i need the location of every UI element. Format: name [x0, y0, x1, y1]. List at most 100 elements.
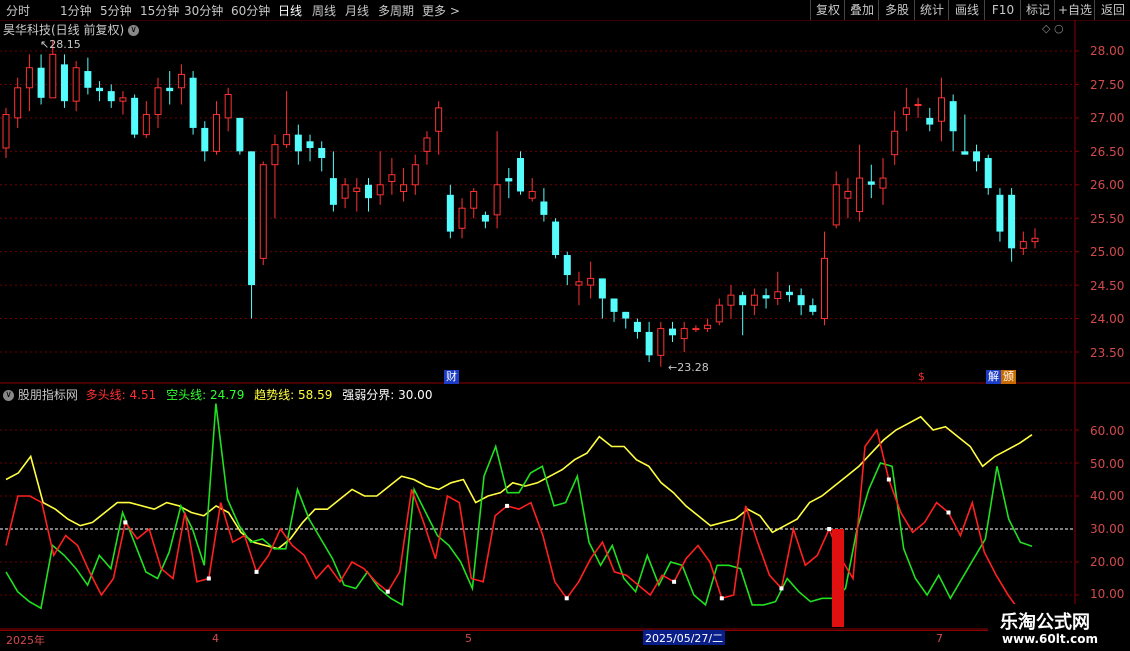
candle-body-up [212, 114, 220, 152]
candle-body-down [785, 291, 793, 296]
candle-body-up [856, 177, 864, 213]
signal-marker [779, 586, 784, 591]
candle-body-up [2, 114, 10, 149]
price-tick: 26.50 [1090, 145, 1125, 159]
watermark-title: 乐淘公式网 [1000, 612, 1090, 633]
candle-body-up [388, 174, 396, 182]
candle-body-down [107, 91, 115, 102]
candle-body-up [376, 184, 384, 196]
candle-body-up [72, 67, 80, 102]
candle-body-up [891, 130, 899, 156]
candle-body-down [926, 117, 934, 125]
candle-body-down [131, 97, 139, 135]
signal-marker [385, 589, 390, 594]
candle-body-down [189, 77, 197, 128]
candle-body-down [37, 67, 45, 98]
price-tick: 24.00 [1090, 312, 1125, 326]
finance-badge[interactable]: 财 [444, 370, 459, 384]
date-month-7: 7 [936, 632, 943, 645]
candle-body-up [575, 281, 583, 286]
candle-body-up [470, 190, 478, 209]
grid-layer [0, 20, 1130, 630]
candle-body-down [1008, 194, 1016, 249]
candle-body-up [528, 190, 536, 199]
indicator-layer [5, 403, 1033, 627]
date-month-4: 4 [212, 632, 219, 645]
indicator-tick: 20.00 [1090, 555, 1125, 569]
candle-body-down [236, 117, 244, 152]
short-line-value: 24.79 [209, 388, 245, 402]
signal-marker [672, 579, 677, 584]
signal-marker [946, 510, 951, 515]
candle-body-up [271, 144, 279, 166]
trend-line-value: 58.59 [298, 388, 333, 402]
candle-body-up [154, 87, 162, 116]
candle-body-up [1019, 241, 1027, 249]
signal-marker [123, 520, 128, 525]
candle-body-down [809, 305, 817, 312]
candle-body-up [657, 328, 665, 356]
candle-body-down [329, 178, 337, 205]
candle-body-down [294, 134, 302, 152]
candle-body-down [364, 184, 372, 199]
unlock-badge[interactable]: 解 [986, 370, 1001, 384]
candle-body-down [552, 221, 560, 256]
candle-body-down [633, 321, 641, 332]
candle-body-down [949, 101, 957, 132]
stock-title: 昊华科技(日线 前复权) ∨ [3, 21, 140, 38]
short-line-label: 空头线: [166, 388, 207, 402]
arrow-icon: ← [668, 361, 678, 374]
diamond-icon[interactable]: ◇ [1042, 22, 1050, 35]
notice-badge[interactable]: 颁 [1001, 370, 1016, 384]
indicator-tick: 50.00 [1090, 457, 1125, 471]
candle-body-down [598, 278, 606, 299]
kline-chart[interactable] [0, 0, 1130, 650]
date-year-label: 2025年 [6, 634, 45, 647]
candle-body-up [1031, 237, 1039, 243]
panel-controls: ◇ ○ [1042, 22, 1064, 35]
candle-body-up [587, 277, 595, 286]
arrow-icon: ↖ [40, 38, 50, 51]
candle-body-down [505, 178, 513, 182]
candle-body-down [318, 147, 326, 159]
candle-body-down [739, 295, 747, 306]
candle-body-down [446, 194, 454, 232]
candle-body-up [411, 164, 419, 186]
candle-body-down [669, 328, 677, 336]
price-tick: 23.50 [1090, 346, 1125, 360]
candle-body-up [821, 257, 829, 320]
candle-body-up [680, 328, 688, 340]
price-tick: 27.00 [1090, 111, 1125, 125]
chevron-down-icon[interactable]: ∨ [128, 25, 140, 36]
candle-body-down [201, 127, 209, 152]
candle-body-down [306, 141, 314, 148]
candle-body-down [517, 158, 524, 192]
price-tick: 25.00 [1090, 245, 1125, 259]
candle-body-down [84, 71, 92, 88]
candle-body-down [610, 298, 618, 312]
candle-body-up [353, 187, 361, 192]
signal-marker [206, 576, 211, 581]
dividend-badge[interactable]: $ [916, 370, 927, 384]
candle-body-up [25, 67, 33, 89]
indicator-menu-icon[interactable]: ∨ [3, 390, 14, 401]
candle-body-up [177, 73, 185, 89]
candle-body-down [563, 255, 571, 276]
candle-body-down [797, 295, 805, 306]
signal-marker [254, 569, 259, 574]
date-month-5: 5 [465, 632, 472, 645]
signal-marker [719, 596, 724, 601]
candle-body-down [622, 311, 630, 319]
signal-bar [832, 529, 844, 627]
candle-body-up [902, 107, 910, 116]
signal-marker [827, 527, 832, 531]
signal-marker [886, 477, 891, 482]
price-tick: 25.50 [1090, 212, 1125, 226]
indicator-tick: 10.00 [1090, 587, 1125, 601]
candle-body-up [49, 53, 57, 99]
circle-icon[interactable]: ○ [1054, 22, 1064, 35]
indicator-tick: 40.00 [1090, 489, 1125, 503]
candle-body-up [832, 184, 840, 226]
candle-body-up [283, 134, 291, 146]
candle-body-up [715, 304, 723, 323]
